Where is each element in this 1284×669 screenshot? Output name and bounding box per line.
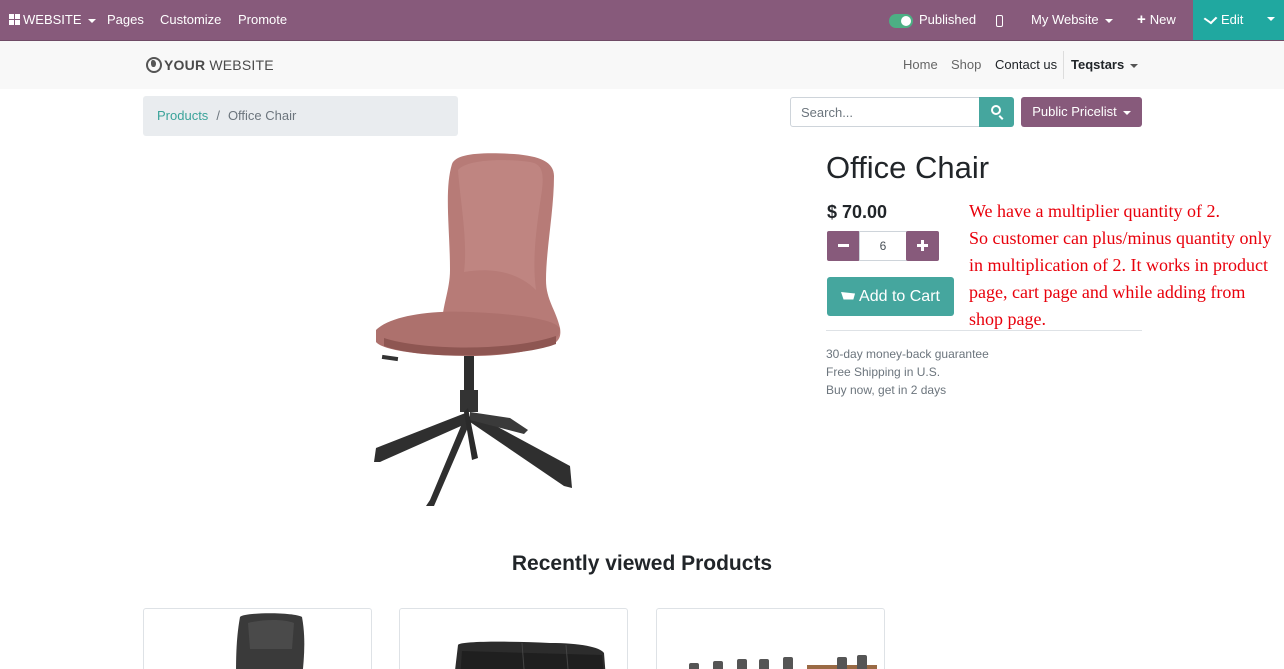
site-header: YOUR WEBSITE Home Shop Contact us Teqsta… [0, 41, 1284, 89]
chevron-down-icon [1122, 110, 1131, 115]
promote-menu[interactable]: Promote [238, 0, 287, 40]
annotation-line-1: We have a multiplier quantity of 2. [969, 201, 1220, 221]
website-menu[interactable]: WEBSITE [9, 0, 96, 40]
edit-button-content: Edit [1203, 0, 1244, 40]
add-to-cart-label: Add to Cart [859, 288, 940, 305]
breadcrumb: Products / Office Chair [143, 96, 458, 136]
my-website-label: My Website [1031, 12, 1099, 27]
new-label: New [1149, 12, 1176, 27]
product-title: Office Chair [826, 150, 990, 185]
nav-divider [1063, 51, 1064, 79]
pages-menu[interactable]: Pages [107, 0, 144, 40]
nav-home[interactable]: Home [903, 57, 938, 72]
user-menu[interactable]: Teqstars [1071, 57, 1139, 72]
nav-shop[interactable]: Shop [951, 57, 981, 72]
pencil-icon [1203, 12, 1218, 25]
guarantee-delivery: Buy now, get in 2 days [826, 383, 947, 397]
product-image [374, 153, 572, 506]
logo-text-strong: YOUR [164, 57, 206, 73]
chevron-down-icon [1130, 63, 1139, 68]
nav-contact-us[interactable]: Contact us [995, 57, 1057, 72]
plus-icon: + [1137, 11, 1146, 28]
published-toggle[interactable]: Published [889, 0, 976, 40]
recent-product-image [689, 655, 877, 669]
apps-grid-icon [9, 14, 20, 25]
add-to-cart-button[interactable]: Add to Cart [827, 277, 954, 316]
new-button[interactable]: + New [1137, 0, 1176, 40]
site-logo[interactable]: YOUR WEBSITE [146, 57, 274, 73]
annotation-line-2: So customer can plus/minus quantity only… [969, 228, 1272, 329]
edit-button[interactable]: Edit [1193, 0, 1284, 40]
edit-label: Edit [1221, 12, 1244, 27]
product-price: $ 70.00 [827, 202, 888, 222]
annotation-note: We have a multiplier quantity of 2. So c… [969, 198, 1281, 333]
search-button[interactable] [979, 97, 1014, 127]
logo-text: WEBSITE [205, 57, 274, 73]
recent-product-card[interactable] [399, 608, 628, 669]
shopping-cart-icon [841, 292, 856, 300]
customize-menu[interactable]: Customize [160, 0, 221, 40]
admin-bar: WEBSITE Pages Customize Promote Publishe… [0, 0, 1284, 41]
website-menu-label: WEBSITE [23, 12, 82, 27]
recently-viewed-title: Recently viewed Products [511, 552, 773, 575]
pricelist-dropdown[interactable]: Public Pricelist [1021, 97, 1142, 127]
recent-product-image [236, 613, 305, 669]
mobile-preview-button[interactable] [996, 0, 1003, 40]
guarantee-free-shipping: Free Shipping in U.S. [826, 365, 941, 379]
breadcrumb-current: Office Chair [227, 108, 297, 123]
breadcrumb-products[interactable]: Products [157, 108, 208, 123]
recent-product-card[interactable] [143, 608, 372, 669]
my-website-menu[interactable]: My Website [1031, 0, 1113, 40]
search-input[interactable] [790, 97, 980, 127]
search-icon [991, 105, 1001, 115]
quantity-plus-button[interactable] [906, 231, 939, 261]
recent-product-card[interactable] [656, 608, 885, 669]
edit-dropdown-icon[interactable] [1267, 17, 1275, 21]
user-name: Teqstars [1071, 57, 1125, 72]
recent-product-image [455, 641, 606, 669]
mobile-phone-icon [996, 14, 1003, 27]
toggle-switch-icon [889, 13, 913, 28]
quantity-minus-button[interactable] [827, 231, 860, 261]
quantity-input[interactable] [859, 231, 907, 261]
breadcrumb-separator: / [216, 108, 220, 123]
guarantee-money-back: 30-day money-back guarantee [826, 347, 989, 361]
published-label: Published [919, 12, 977, 27]
globe-icon [146, 57, 162, 73]
chevron-down-icon [1104, 18, 1113, 23]
pricelist-label: Public Pricelist [1032, 104, 1117, 119]
chevron-down-icon [87, 18, 96, 23]
